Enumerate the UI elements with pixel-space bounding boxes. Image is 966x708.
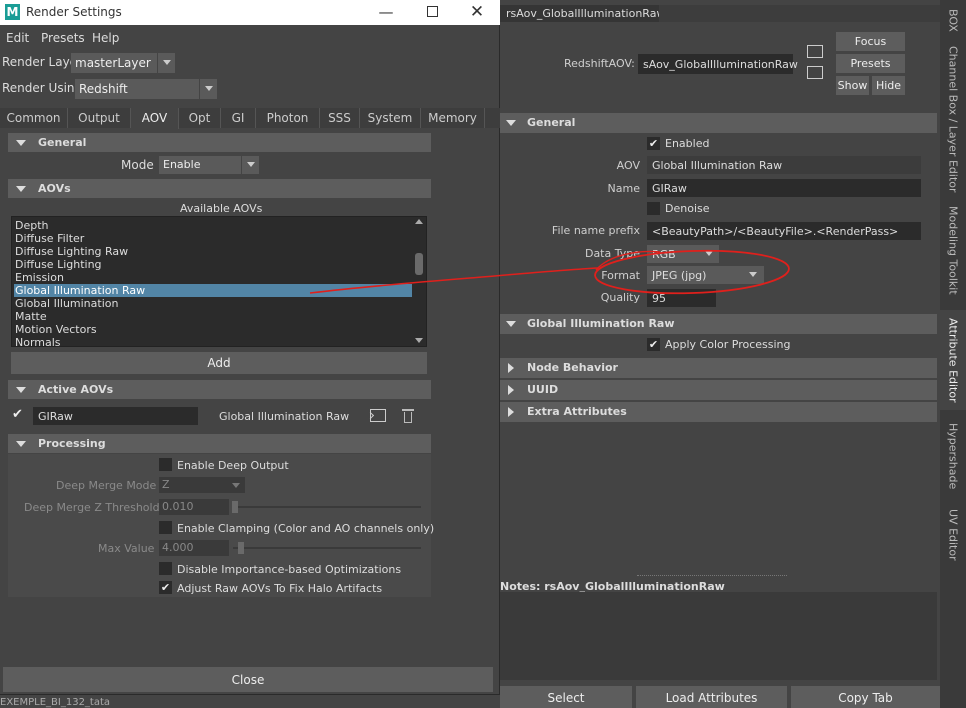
red-annotation-overlay	[309, 249, 790, 295]
annotation-arrow-stroke	[309, 267, 599, 294]
